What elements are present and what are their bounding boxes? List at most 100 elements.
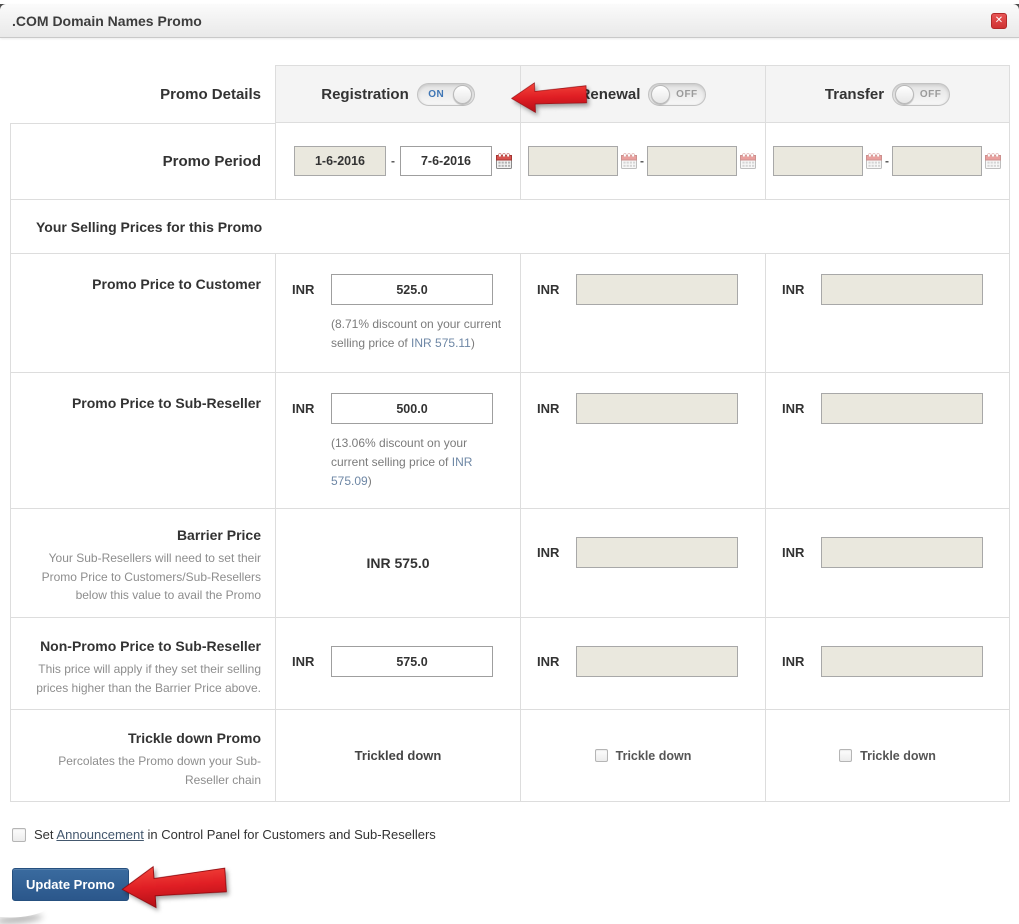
toggle-off-text: OFF — [670, 89, 703, 100]
nonpromo-price-input-transfer — [821, 646, 983, 677]
subreseller-price-input-transfer — [821, 393, 983, 424]
transfer-label: Transfer — [825, 86, 884, 103]
customer-price-label-cell: Promo Price to Customer — [10, 254, 275, 373]
trickle-down-renewal-cell: Trickle down — [520, 710, 765, 802]
nonpromo-price-registration-cell: INR — [275, 618, 520, 710]
currency-label: INR — [537, 654, 576, 669]
trickled-down-status: Trickled down — [355, 748, 442, 763]
trickle-down-checkbox-label: Trickle down — [860, 749, 936, 763]
trickle-down-checkbox-renewal[interactable] — [595, 749, 608, 762]
nonpromo-price-label-cell: Non-Promo Price to Sub-Reseller This pri… — [10, 618, 275, 710]
announcement-row: Set Announcement in Control Panel for Cu… — [12, 827, 1019, 842]
toggle-knob — [453, 85, 472, 104]
calendar-icon[interactable] — [496, 153, 512, 169]
nonpromo-price-transfer-cell: INR — [765, 618, 1010, 710]
customer-price-renewal-cell: INR — [520, 254, 765, 373]
barrier-price-transfer-cell: INR — [765, 509, 1010, 618]
section-header-row: Your Selling Prices for this Promo — [10, 200, 1010, 254]
customer-price-transfer-cell: INR — [765, 254, 1010, 373]
barrier-price-label: Barrier Price — [177, 527, 261, 543]
customer-price-label: Promo Price to Customer — [92, 276, 261, 292]
subreseller-discount-note: (13.06% discount on your current selling… — [331, 434, 491, 492]
promo-period-row: Promo Period - — [10, 123, 1010, 200]
trickle-down-checkbox-label: Trickle down — [616, 749, 692, 763]
promo-period-label-cell: Promo Period — [10, 123, 275, 200]
nonpromo-price-description: This price will apply if they set their … — [25, 660, 261, 697]
trickle-down-label-cell: Trickle down Promo Percolates the Promo … — [10, 710, 275, 802]
calendar-icon — [740, 153, 756, 169]
transfer-toggle[interactable]: OFF — [892, 83, 950, 106]
trickle-down-checkbox-transfer[interactable] — [839, 749, 852, 762]
date-separator: - — [885, 154, 889, 168]
date-separator: - — [391, 154, 395, 168]
nonpromo-price-label: Non-Promo Price to Sub-Reseller — [40, 638, 261, 654]
toggle-off-text: OFF — [914, 89, 947, 100]
promo-table: Promo Details Registration ON Renewal OF… — [10, 65, 1010, 802]
customer-price-input-transfer — [821, 274, 983, 305]
barrier-price-input-transfer — [821, 537, 983, 568]
renewal-header-cell: Renewal OFF — [520, 65, 765, 123]
transfer-period-cell: - — [765, 123, 1010, 200]
renewal-period-to-input — [647, 146, 737, 176]
barrier-price-label-cell: Barrier Price Your Sub-Resellers will ne… — [10, 509, 275, 618]
promo-period-to-input[interactable] — [400, 146, 492, 176]
trickle-down-transfer-cell: Trickle down — [765, 710, 1010, 802]
promo-period-from-input — [294, 146, 386, 176]
page-curl-shadow — [0, 902, 46, 919]
currency-label: INR — [782, 282, 821, 297]
subreseller-price-input-renewal — [576, 393, 738, 424]
currency-label: INR — [782, 545, 821, 560]
promo-details-label: Promo Details — [160, 86, 261, 103]
toggle-on-text: ON — [420, 89, 453, 100]
customer-price-row: Promo Price to Customer INR (8.71% disco… — [10, 254, 1010, 373]
customer-price-registration-cell: INR (8.71% discount on your current sell… — [275, 254, 520, 373]
registration-toggle[interactable]: ON — [417, 83, 475, 106]
barrier-price-row: Barrier Price Your Sub-Resellers will ne… — [10, 509, 1010, 618]
subreseller-price-input-registration[interactable] — [331, 393, 493, 424]
date-separator: - — [640, 154, 644, 168]
toggle-knob — [651, 85, 670, 104]
modal-title: .COM Domain Names Promo — [12, 13, 202, 29]
trickle-down-description: Percolates the Promo down your Sub-Resel… — [25, 752, 261, 789]
renewal-period-cell: - — [520, 123, 765, 200]
subreseller-price-registration-cell: INR (13.06% discount on your current sel… — [275, 373, 520, 509]
announcement-text: Set Announcement in Control Panel for Cu… — [34, 827, 436, 842]
barrier-price-input-renewal — [576, 537, 738, 568]
subreseller-price-renewal-cell: INR — [520, 373, 765, 509]
renewal-period-from-input — [528, 146, 618, 176]
update-promo-button[interactable]: Update Promo — [12, 868, 129, 901]
transfer-period-from-input — [773, 146, 863, 176]
currency-label: INR — [782, 401, 821, 416]
annotation-arrow-update-button — [118, 858, 229, 913]
registration-header-cell: Registration ON — [275, 65, 520, 123]
announcement-checkbox[interactable] — [12, 828, 26, 842]
nonpromo-price-row: Non-Promo Price to Sub-Reseller This pri… — [10, 618, 1010, 710]
customer-discount-note: (8.71% discount on your current selling … — [331, 315, 513, 353]
currency-label: INR — [292, 282, 331, 297]
renewal-toggle[interactable]: OFF — [648, 83, 706, 106]
subreseller-price-label: Promo Price to Sub-Reseller — [72, 395, 261, 411]
subreseller-price-label-cell: Promo Price to Sub-Reseller — [10, 373, 275, 509]
currency-label: INR — [292, 654, 331, 669]
announcement-link[interactable]: Announcement — [56, 827, 143, 842]
nonpromo-price-input-registration[interactable] — [331, 646, 493, 677]
transfer-header-cell: Transfer OFF — [765, 65, 1010, 123]
section-header-cell: Your Selling Prices for this Promo — [10, 200, 1010, 254]
trickle-down-row: Trickle down Promo Percolates the Promo … — [10, 710, 1010, 802]
renewal-label: Renewal — [580, 86, 641, 103]
currency-label: INR — [537, 401, 576, 416]
currency-label: INR — [537, 545, 576, 560]
promo-details-header-cell: Promo Details — [10, 65, 275, 123]
trickle-down-registration-cell: Trickled down — [275, 710, 520, 802]
registration-label: Registration — [321, 86, 409, 103]
currency-label: INR — [292, 401, 331, 416]
customer-price-input-renewal — [576, 274, 738, 305]
close-icon[interactable]: ✕ — [991, 13, 1007, 29]
table-header-row: Promo Details Registration ON Renewal OF… — [10, 65, 1010, 123]
currency-label: INR — [537, 282, 576, 297]
barrier-price-renewal-cell: INR — [520, 509, 765, 618]
subreseller-price-transfer-cell: INR — [765, 373, 1010, 509]
customer-price-input-registration[interactable] — [331, 274, 493, 305]
transfer-period-to-input — [892, 146, 982, 176]
calendar-icon — [985, 153, 1001, 169]
